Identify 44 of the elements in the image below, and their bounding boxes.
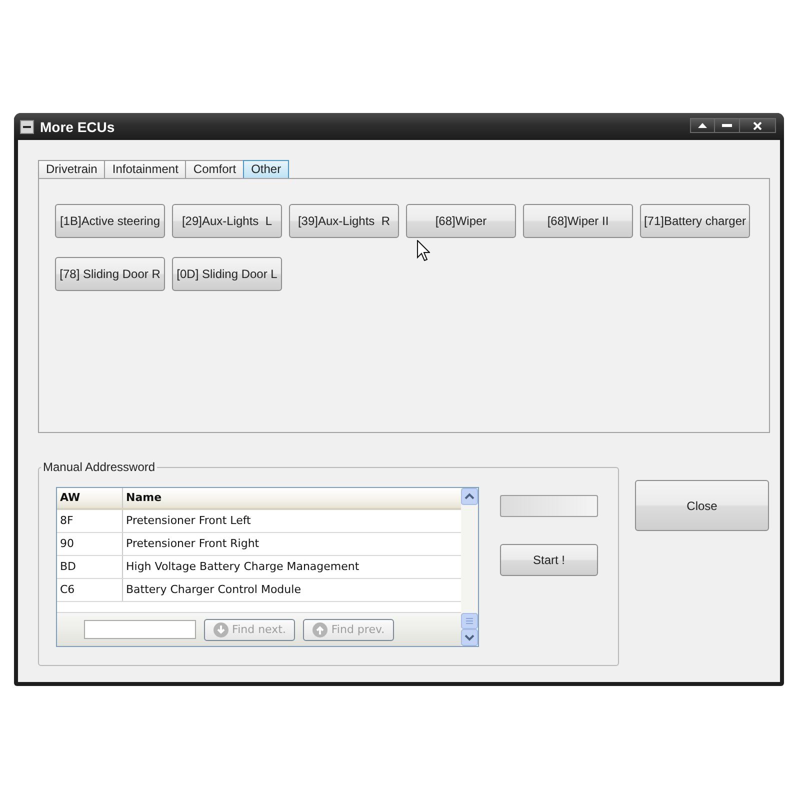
table-cell-text: Pretensioner Front Left [125,513,252,529]
down-arrow-circle-icon [213,622,230,638]
close-icon [753,122,762,130]
scrollbar-thumb[interactable] [461,613,478,629]
table-cell: 90 [57,533,123,555]
table-cell-text: Battery Charger Control Module [125,582,302,598]
group-title: Manual Addressword [42,460,156,474]
tab[interactable]: Other [243,160,290,178]
minimize-icon [722,124,732,127]
window-menu-icon[interactable] [20,120,34,134]
tab[interactable]: Infotainment [104,160,186,178]
column-header[interactable]: Name [123,488,461,508]
ecu-button[interactable]: [71]Battery charger [640,204,750,238]
ecu-button[interactable]: [39]Aux-Lights R [289,204,399,238]
ecu-button[interactable]: [68]Wiper [406,204,516,238]
cursor-icon [417,240,430,261]
minimize-button[interactable] [714,118,740,133]
ecu-button[interactable]: [29]Aux-Lights L [172,204,282,238]
collapse-button[interactable] [690,118,715,133]
table-cell-text: High Voltage Battery Charge Management [125,559,360,575]
window-close-button[interactable] [739,118,776,133]
scroll-down-icon[interactable] [461,629,478,646]
ecu-button[interactable]: [1B]Active steering [55,204,165,238]
table-row[interactable]: C6 Battery Charger Control Module [57,579,461,602]
ecu-button[interactable]: [68]Wiper II [523,204,633,238]
window-title: More ECUs [40,118,115,134]
table-row[interactable]: 90 Pretensioner Front Right [57,533,461,556]
table-row[interactable]: BD High Voltage Battery Charge Management [57,556,461,579]
search-field[interactable] [84,620,196,639]
close-button[interactable]: Close [635,480,769,531]
table-row[interactable]: 8F Pretensioner Front Left [57,510,461,533]
tab[interactable]: Comfort [185,160,244,178]
scroll-up-icon[interactable] [461,488,478,505]
up-arrow-circle-icon [312,622,328,638]
ecu-button[interactable]: [78] Sliding Door R [55,257,165,291]
table-cell: BD [57,556,123,578]
ecu-button[interactable]: [0D] Sliding Door L [172,257,282,291]
table-cell-text: Pretensioner Front Right [125,536,260,552]
column-header[interactable]: AW [57,488,123,508]
tab[interactable]: Drivetrain [38,160,106,178]
table-cell: C6 [57,579,123,601]
start-button[interactable]: Start ! [500,544,598,576]
table-cell: 8F [57,510,123,532]
triangle-icon [698,123,707,128]
